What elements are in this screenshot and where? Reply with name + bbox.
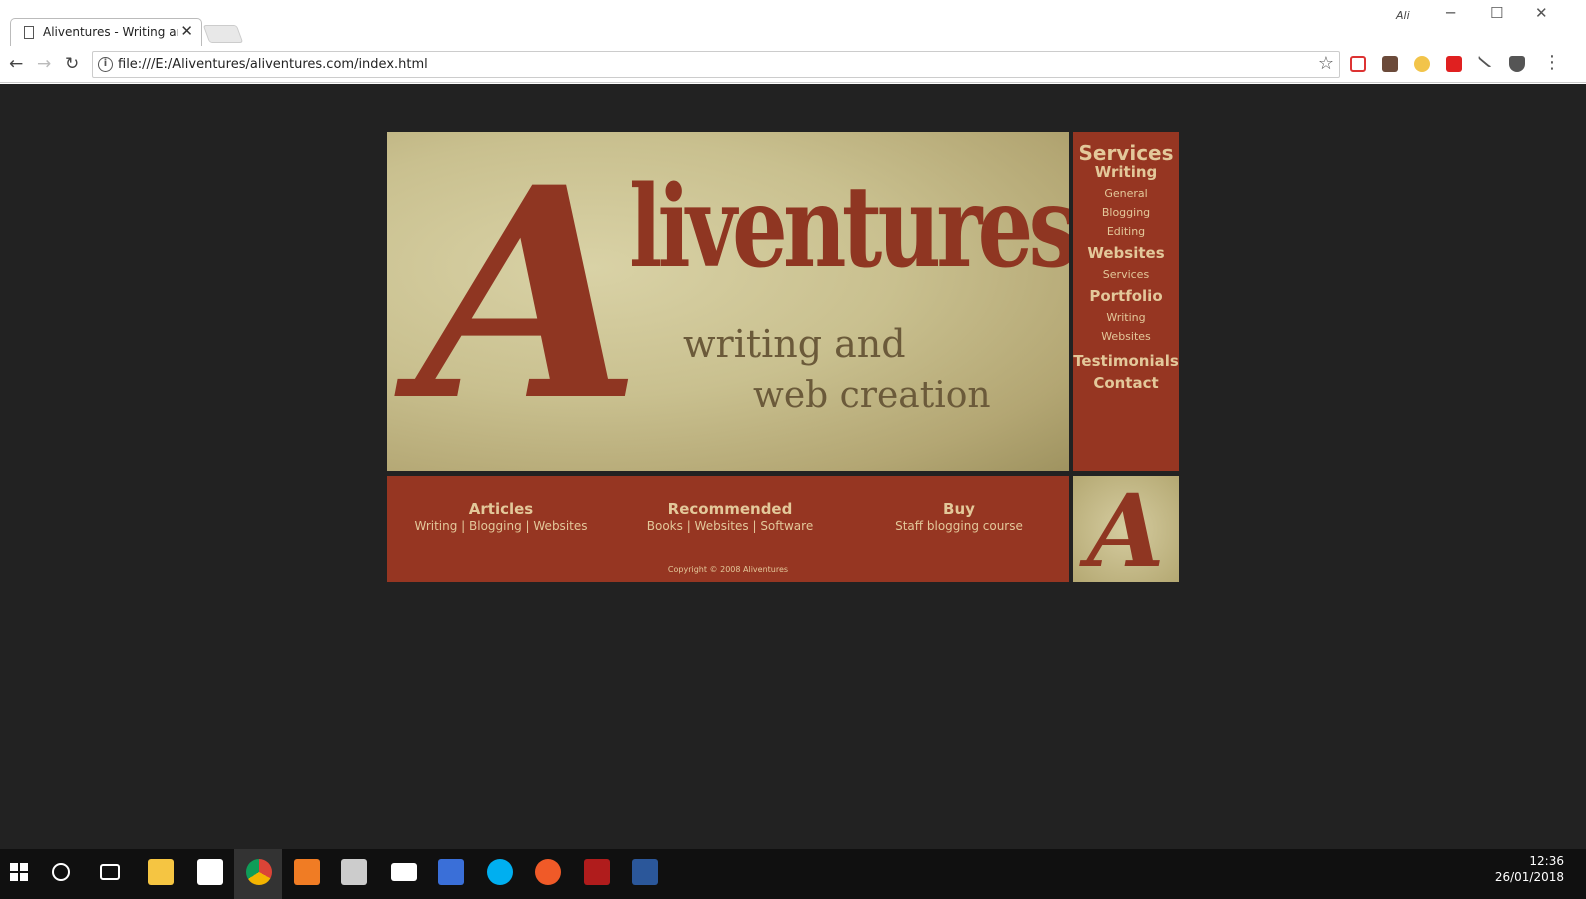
info-icon[interactable]: i (98, 57, 113, 72)
services-title[interactable]: Services (1073, 141, 1179, 165)
logo-thumbnail: A (1073, 476, 1179, 582)
footer-column-articles: Articles Writing | Blogging | Websites (413, 500, 589, 533)
tagline-line1: writing and (683, 322, 906, 366)
forward-icon[interactable]: → (37, 54, 51, 74)
youtube-icon[interactable] (1446, 56, 1462, 72)
extension-icon[interactable] (1477, 51, 1495, 69)
mail-icon[interactable] (391, 863, 417, 881)
logo-initial: A (417, 132, 643, 465)
store-icon[interactable] (197, 859, 223, 885)
nav-heading-writing[interactable]: Writing (1073, 163, 1179, 181)
nav-link-services[interactable]: Services (1073, 268, 1179, 281)
clock-date: 26/01/2018 (1494, 870, 1564, 884)
address-bar[interactable]: i file:///E:/Aliventures/aliventures.com… (92, 51, 1340, 78)
footer-links: Articles Writing | Blogging | Websites R… (387, 476, 1069, 582)
footer-column-buy: Buy Staff blogging course (871, 500, 1047, 533)
app-icon[interactable] (584, 859, 610, 885)
nav-heading-websites[interactable]: Websites (1073, 244, 1179, 262)
nav-link-testimonials[interactable]: Testimonials (1073, 352, 1179, 370)
window-close-icon[interactable]: ✕ (1535, 4, 1548, 22)
footer-title[interactable]: Recommended (642, 500, 818, 518)
url-text[interactable]: file:///E:/Aliventures/aliventures.com/i… (118, 57, 428, 72)
media-player-icon[interactable] (294, 859, 320, 885)
word-icon[interactable] (632, 859, 658, 885)
chrome-icon[interactable] (246, 859, 272, 885)
services-menu: Services Writing General Blogging Editin… (1073, 132, 1179, 471)
footer-links-row[interactable]: Books | Websites | Software (642, 519, 818, 533)
cortana-icon[interactable] (52, 863, 70, 881)
extension-icon[interactable] (1350, 56, 1366, 72)
extension-icon[interactable] (1414, 56, 1430, 72)
tagline-line2: web creation (753, 375, 991, 416)
footer-links-row[interactable]: Writing | Blogging | Websites (413, 519, 589, 533)
nav-heading-portfolio[interactable]: Portfolio (1073, 287, 1179, 305)
taskbar: 12:36 26/01/2018 (0, 849, 1586, 899)
site-banner: A liventures writing and web creation (387, 132, 1069, 471)
app-icon[interactable] (438, 859, 464, 885)
file-explorer-icon[interactable] (148, 859, 174, 885)
logo-text: liventures (629, 162, 1069, 293)
nav-link-editing[interactable]: Editing (1073, 225, 1179, 238)
profile-name[interactable]: Ali (1396, 9, 1410, 22)
tab-title: Aliventures - Writing and (43, 25, 178, 39)
reload-icon[interactable]: ↻ (65, 54, 79, 74)
copyright: Copyright © 2008 Aliventures (667, 565, 789, 574)
browser-toolbar: ← → ↻ i file:///E:/Aliventures/aliventur… (0, 46, 1586, 83)
footer-title[interactable]: Buy (871, 500, 1047, 518)
clock-time: 12:36 (1529, 854, 1564, 868)
new-tab-button[interactable] (202, 25, 244, 43)
origin-icon[interactable] (535, 859, 561, 885)
system-clock[interactable]: 12:36 26/01/2018 (1495, 853, 1564, 885)
menu-icon[interactable]: ⋮ (1543, 52, 1561, 73)
page-viewport: A liventures writing and web creation Se… (0, 84, 1586, 849)
minimize-icon[interactable]: ─ (1446, 4, 1455, 22)
thumb-initial: A (1087, 476, 1165, 582)
tab-close-icon[interactable]: ✕ (180, 22, 193, 40)
bookmark-star-icon[interactable]: ☆ (1318, 53, 1334, 74)
browser-chrome: Aliventures - Writing and ✕ Ali ─ ☐ ✕ ← … (0, 0, 1586, 84)
back-icon[interactable]: ← (9, 54, 23, 74)
nav-link-blogging[interactable]: Blogging (1073, 206, 1179, 219)
extension-icon[interactable] (1382, 56, 1398, 72)
browser-tab[interactable]: Aliventures - Writing and ✕ (10, 18, 202, 46)
nav-link-contact[interactable]: Contact (1073, 374, 1179, 392)
footer-title[interactable]: Articles (413, 500, 589, 518)
footer-column-recommended: Recommended Books | Websites | Software (642, 500, 818, 533)
pocket-icon[interactable] (1509, 56, 1525, 72)
maximize-icon[interactable]: ☐ (1490, 4, 1503, 22)
tab-strip: Aliventures - Writing and ✕ Ali ─ ☐ ✕ (0, 0, 1586, 46)
app-icon[interactable] (341, 859, 367, 885)
task-view-icon[interactable] (100, 864, 120, 880)
page-icon (24, 26, 34, 39)
footer-links-row[interactable]: Staff blogging course (871, 519, 1047, 533)
nav-link-general[interactable]: General (1073, 187, 1179, 200)
nav-link-portfolio-writing[interactable]: Writing (1073, 311, 1179, 324)
nav-link-portfolio-websites[interactable]: Websites (1073, 330, 1179, 343)
windows-start-icon[interactable] (6, 859, 32, 885)
skype-icon[interactable] (487, 859, 513, 885)
